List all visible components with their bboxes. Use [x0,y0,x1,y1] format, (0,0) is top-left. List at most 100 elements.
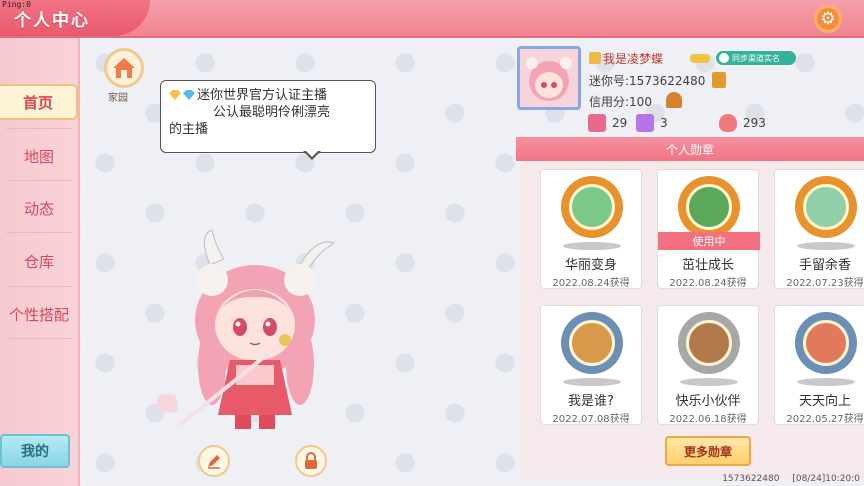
badge-name: 手留余香 [798,258,851,273]
house-icon[interactable] [104,48,144,88]
medal-icon [795,176,857,238]
stat-popularity: 293 [719,114,766,132]
stat-value: 29 [612,116,628,130]
lock-icon[interactable] [295,445,327,477]
sync-realname-button[interactable]: 同步渠道实名 [716,51,796,65]
badges-header: 个人勋章 [516,137,864,161]
badge-card[interactable]: 天天向上 2022.05.27获得 [774,305,864,425]
medal-face [686,320,732,366]
badges-title: 个人勋章 [665,142,714,157]
medal-shadow [563,242,621,250]
badge-card[interactable]: 华丽变身 2022.08.24获得 [540,169,642,289]
sidebar-item-label: 动态 [23,199,54,218]
badge-name: 我是谁? [568,394,614,409]
medal-face [686,184,732,230]
mine-label: 我的 [21,444,49,460]
crown-icon [636,114,654,132]
medal-face [569,320,615,366]
stat-likes: 29 [588,114,627,132]
sidebar-item-outfit[interactable]: 个性搭配 [0,296,78,332]
divider [6,180,72,181]
badge-date: 2022.08.24获得 [552,278,630,289]
sidebar-item-label: 首页 [22,93,53,112]
badge-name: 天天向上 [798,394,851,409]
badge-card[interactable]: 快乐小伙伴 2022.06.18获得 [657,305,759,425]
in-use-tag: 使用中 [658,232,760,250]
sidebar-item-warehouse[interactable]: 仓库 [0,243,78,279]
character-avatar[interactable] [140,225,370,450]
stat-value: 3 [660,116,668,130]
sidebar-item-label: 个性搭配 [8,305,69,324]
medal-shadow [680,378,738,386]
divider [6,286,72,287]
house-icon-glyph [113,58,135,78]
sidebar-item-label: 仓库 [23,252,54,271]
flame-icon [719,114,737,132]
page-title: 个人中心 [14,11,90,31]
mask-icon [690,54,710,63]
diamond-icon [183,90,195,100]
badge-card[interactable]: 手留余香 2022.07.23获得 [774,169,864,289]
stat-value: 293 [743,116,766,130]
medal-face [803,184,849,230]
badge-card[interactable]: 我是谁? 2022.07.08获得 [540,305,642,425]
lock-glyph [305,452,317,469]
medal-icon [678,312,740,374]
home-label: 家园 [108,93,128,104]
person-icon[interactable] [666,92,682,108]
medal-face [803,320,849,366]
medal-shadow [797,378,855,386]
stat-crowns: 3 [636,114,668,132]
medal-face [569,184,615,230]
medal-icon [561,312,623,374]
credit-score: 信用分:100 [589,95,652,109]
sidebar-item-home[interactable]: 首页 [0,84,78,120]
badge-date: 2022.08.24获得 [669,278,747,289]
gear-icon[interactable]: ⚙ [814,5,842,33]
sidebar-item-label: 地图 [23,147,54,166]
badge-name: 茁壮成长 [681,258,734,273]
ping-readout: Ping:0 [2,0,31,9]
sidebar-item-feed[interactable]: 动态 [0,190,78,226]
medal-icon [678,176,740,238]
more-badges-button[interactable]: 更多勋章 [665,436,751,466]
badge-name: 华丽变身 [564,258,617,273]
sidebar-item-map[interactable]: 地图 [0,138,78,174]
badge-date: 2022.07.08获得 [552,414,630,425]
medal-shadow [563,378,621,386]
footer-time: [08/24]10:20:0 [792,474,860,484]
bubble-text: 的主播 [169,122,209,137]
bubble-line-1: 迷你世界官方认证主播 [169,87,367,104]
badge-date: 2022.05.27获得 [786,414,864,425]
bubble-text: 公认最聪明伶俐漂亮 [213,105,331,120]
top-bar: 个人中心 Ping:0 ⚙ [0,0,864,38]
medal-icon [795,312,857,374]
medal-icon [561,176,623,238]
gem-icon [169,90,181,100]
badge-name: 快乐小伙伴 [675,394,741,409]
bubble-text: 迷你世界官方认证主播 [197,88,328,103]
badge-date: 2022.06.18获得 [669,414,747,425]
pencil-glyph [208,455,220,469]
mini-id: 迷你号:1573622480 [589,74,706,88]
divider [6,232,72,233]
badge-card[interactable]: 使用中茁壮成长 2022.08.24获得 [657,169,760,289]
vip-icon [589,52,601,64]
copy-icon[interactable] [712,72,726,88]
medal-shadow [797,242,855,250]
footer-id: 1573622480 [722,474,780,484]
pencil-icon[interactable] [198,445,230,477]
bubble-line-2: 公认最聪明伶俐漂亮 [169,104,367,121]
mine-button[interactable]: 我的 [0,434,70,468]
badge-date: 2022.07.23获得 [786,278,864,289]
avatar[interactable] [517,46,581,110]
sidebar: 首页 地图 动态 仓库 个性搭配 [0,38,80,486]
divider [6,338,72,339]
speech-bubble: 迷你世界官方认证主播 公认最聪明伶俐漂亮 的主播 [160,80,376,153]
sync-label: 同步渠道实名 [732,53,780,63]
bubble-tail-fill [305,150,319,157]
username: 我是凌梦蝶 [603,52,664,66]
avatar-portrait [520,49,578,107]
divider [6,128,72,129]
more-badges-label: 更多勋章 [683,444,732,459]
